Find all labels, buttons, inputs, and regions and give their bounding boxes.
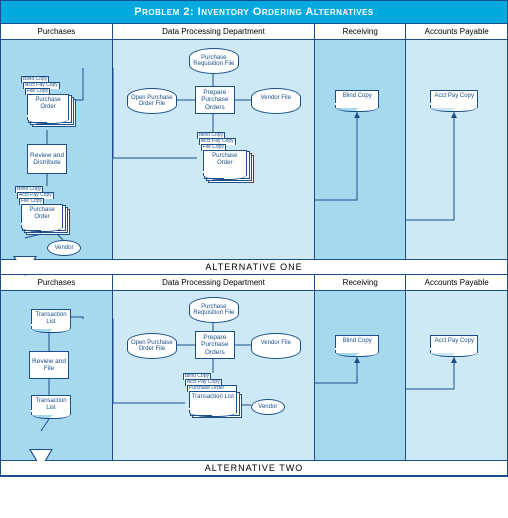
doc-tl1: Transaction List: [31, 309, 71, 329]
alt1-row: Blind Copy Acct Pay Copy File Copy Purch…: [1, 40, 507, 260]
alt1-ap: Acct Pay Copy: [406, 40, 507, 260]
cyl-prf-2: Purchase Requisition File: [189, 297, 239, 323]
flow-table: Purchases Data Processing Department Rec…: [1, 23, 507, 476]
doc-acctpay: Acct Pay Copy: [430, 90, 478, 108]
doc-po2: Purchase Order: [21, 204, 63, 228]
alt1-label-row: ALTERNATIVE ONE: [1, 260, 507, 275]
vendor-ell: Vendor: [47, 240, 81, 256]
lane-hdr-dp-2: Data Processing Department: [112, 275, 314, 291]
alt1-label: ALTERNATIVE ONE: [1, 260, 507, 275]
lane-hdr-dp: Data Processing Department: [112, 24, 314, 40]
doc-bc-2: Blind Copy: [335, 335, 379, 353]
alt2-purchases: Transaction List Review and File Transac…: [1, 291, 112, 461]
alt2-label-row: ALTERNATIVE TWO: [1, 461, 507, 476]
cyl-opo-2: Open Purchase Order File: [127, 333, 177, 359]
doc-apc-2: Acct Pay Copy: [430, 335, 478, 353]
alt1-dp: Purchase Requisition File Open Purchase …: [112, 40, 314, 260]
alt1-purchases: Blind Copy Acct Pay Copy File Copy Purch…: [1, 40, 112, 260]
alt2-receiving: Blind Copy: [315, 291, 406, 461]
lane-hdr-ap: Accounts Payable: [406, 24, 507, 40]
alt2-ap: Acct Pay Copy: [406, 291, 507, 461]
alt2-label: ALTERNATIVE TWO: [1, 461, 507, 476]
lane-hdr-receiving: Receiving: [315, 24, 406, 40]
doc-po: Purchase Order: [27, 94, 69, 120]
lane-hdr-ap-2: Accounts Payable: [406, 275, 507, 291]
cyl-opo: Open Purchase Order File: [127, 88, 177, 114]
flowchart-container: Problem 2: Inventory Ordering Alternativ…: [0, 0, 508, 477]
lane-hdr-receiving-2: Receiving: [315, 275, 406, 291]
lane-hdr-purchases: Purchases: [1, 24, 112, 40]
diagram-title: Problem 2: Inventory Ordering Alternativ…: [1, 1, 507, 23]
cyl-vf-2: Vendor File: [251, 333, 301, 359]
review-file: Review and File: [29, 351, 69, 379]
alt2-row: Transaction List Review and File Transac…: [1, 291, 507, 461]
alt2-dp: Purchase Requisition File Open Purchase …: [112, 291, 314, 461]
vendor-ell-2: Vendor: [251, 399, 285, 415]
lane-header-row: Purchases Data Processing Department Rec…: [1, 24, 507, 40]
doc-tl-out: Transaction List: [189, 391, 237, 413]
prepare-po: Prepare Purchase Orders: [195, 86, 235, 114]
doc-blindcopy: Blind Copy: [335, 90, 379, 108]
prepare-po-2: Prepare Purchase Orders: [195, 331, 235, 359]
doc-po-out: Purchase Order: [203, 150, 247, 176]
cyl-prf: Purchase Requisition File: [189, 48, 239, 74]
doc-tl2: Transaction List: [31, 395, 71, 415]
cyl-vf: Vendor File: [251, 88, 301, 114]
lane-header-row-2: Purchases Data Processing Department Rec…: [1, 275, 507, 291]
lane-hdr-purchases-2: Purchases: [1, 275, 112, 291]
alt1-receiving: Blind Copy: [315, 40, 406, 260]
review-distribute: Review and Distribute: [27, 144, 67, 174]
